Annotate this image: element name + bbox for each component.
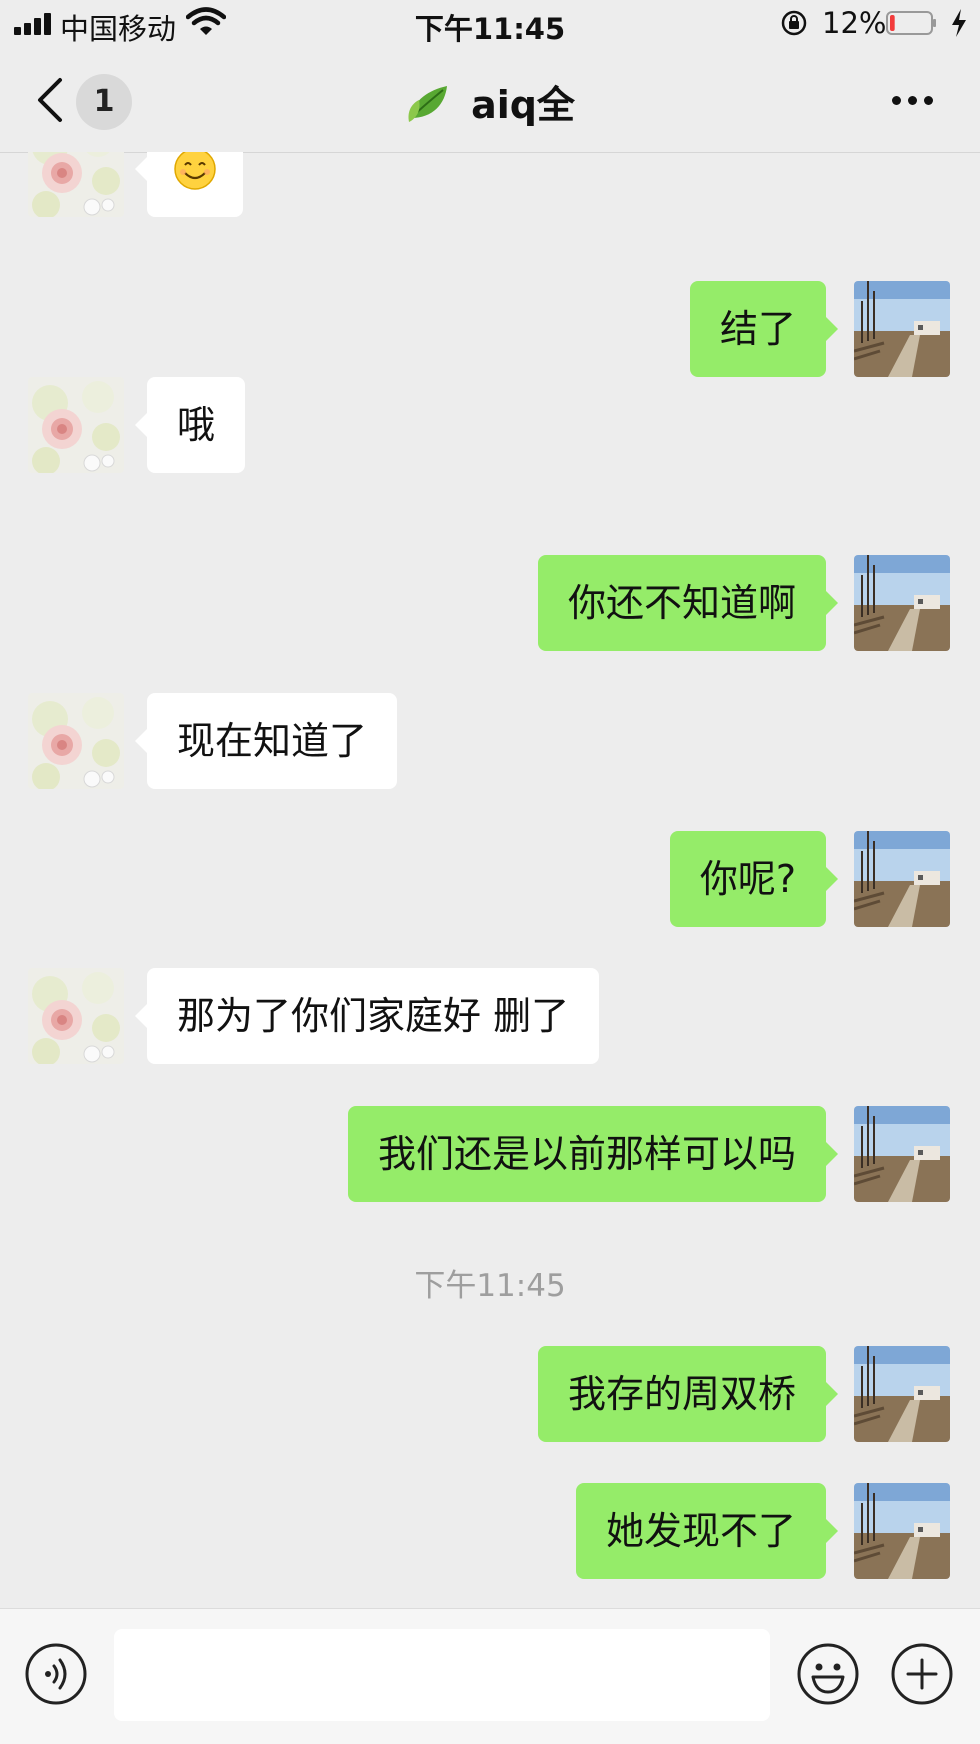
message-bubble-incoming[interactable]: 现在知道了 [134, 693, 398, 789]
contact-avatar[interactable] [28, 693, 124, 789]
plus-icon[interactable] [890, 1642, 954, 1706]
contact-avatar[interactable] [28, 968, 124, 1064]
status-bar: 中国移动 下午11:45 12% [0, 0, 980, 50]
message-bubble-outgoing[interactable]: 结了 [689, 281, 839, 377]
message-bubble-incoming[interactable]: 哦 [134, 377, 246, 473]
more-options-button[interactable] [890, 88, 936, 112]
leaf-icon [408, 85, 448, 122]
my-avatar[interactable] [854, 831, 950, 927]
message-list[interactable]: 结了 哦 你还不知道啊 现在知道了 你呢? 那为了你们家庭好 删了 我们还是以前… [0, 152, 980, 1608]
battery-percent: 12% [822, 6, 887, 40]
message-input[interactable] [114, 1629, 770, 1721]
chat-title: aiq全 [471, 83, 575, 127]
contact-avatar[interactable] [28, 377, 124, 473]
message-timestamp: 下午11:45 [414, 1268, 566, 1304]
rotation-lock-icon [781, 10, 807, 36]
voice-icon[interactable] [24, 1642, 88, 1706]
contact-avatar[interactable] [28, 152, 124, 217]
message-bubble-outgoing[interactable]: 你还不知道啊 [537, 555, 839, 651]
my-avatar[interactable] [854, 1106, 950, 1202]
message-bubble-outgoing[interactable]: 你呢? [669, 831, 839, 927]
message-bubble-incoming[interactable]: 那为了你们家庭好 删了 [134, 968, 600, 1064]
my-avatar[interactable] [854, 1483, 950, 1579]
battery-icon [886, 11, 936, 35]
my-avatar[interactable] [854, 1346, 950, 1442]
chat-header: 1 aiq全 [0, 50, 980, 153]
message-bubble-outgoing[interactable]: 我存的周双桥 [537, 1346, 839, 1442]
charging-icon [952, 9, 966, 37]
input-bar [0, 1608, 980, 1744]
my-avatar[interactable] [854, 281, 950, 377]
message-bubble-outgoing[interactable]: 她发现不了 [575, 1483, 839, 1579]
message-bubble-outgoing[interactable]: 我们还是以前那样可以吗 [347, 1106, 839, 1202]
smile-emoji-icon [174, 152, 216, 190]
my-avatar[interactable] [854, 555, 950, 651]
emoji-icon[interactable] [796, 1642, 860, 1706]
message-bubble-incoming[interactable] [135, 152, 243, 217]
chat-title-area[interactable]: aiq全 [0, 74, 980, 130]
